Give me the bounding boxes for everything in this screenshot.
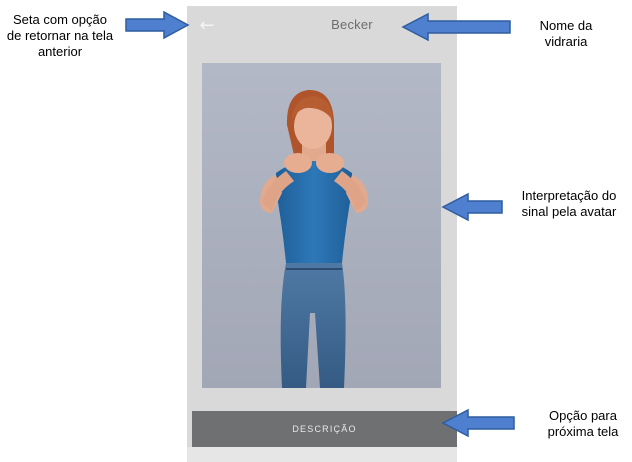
annotation-back-line1: Seta com opção bbox=[13, 12, 107, 27]
annotation-avatar-line1: Interpretação do bbox=[521, 188, 617, 203]
annotation-title-line2: vidraria bbox=[544, 34, 588, 49]
description-button[interactable]: DESCRIÇÃO bbox=[192, 411, 457, 447]
annotation-next-line2: próxima tela bbox=[547, 424, 619, 439]
annotation-title: Nome da vidraria bbox=[516, 18, 616, 50]
back-arrow-icon[interactable]: ← bbox=[195, 14, 219, 38]
annotation-arrow-next-icon bbox=[441, 408, 515, 438]
annotation-arrow-title-icon bbox=[401, 12, 511, 42]
annotation-arrow-back-icon bbox=[125, 10, 190, 40]
annotation-next-line1: Opção para bbox=[549, 408, 617, 423]
annotation-back-line2: de retornar na tela bbox=[6, 28, 114, 43]
annotation-arrow-avatar-icon bbox=[441, 192, 503, 222]
annotation-avatar-line2: sinal pela avatar bbox=[521, 204, 617, 219]
avatar-figure bbox=[260, 89, 368, 388]
bottom-strip bbox=[187, 447, 457, 462]
annotation-back-line3: anterior bbox=[37, 44, 83, 59]
annotation-avatar: Interpretação do sinal pela avatar bbox=[506, 188, 632, 220]
annotation-title-line1: Nome da bbox=[539, 18, 593, 33]
annotation-next: Opção para próxima tela bbox=[534, 408, 632, 440]
phone-screen: ← Becker DESCRIÇÃO bbox=[187, 6, 457, 462]
annotation-back: Seta com opção de retornar na tela anter… bbox=[0, 12, 120, 60]
avatar-viewport bbox=[202, 63, 441, 388]
